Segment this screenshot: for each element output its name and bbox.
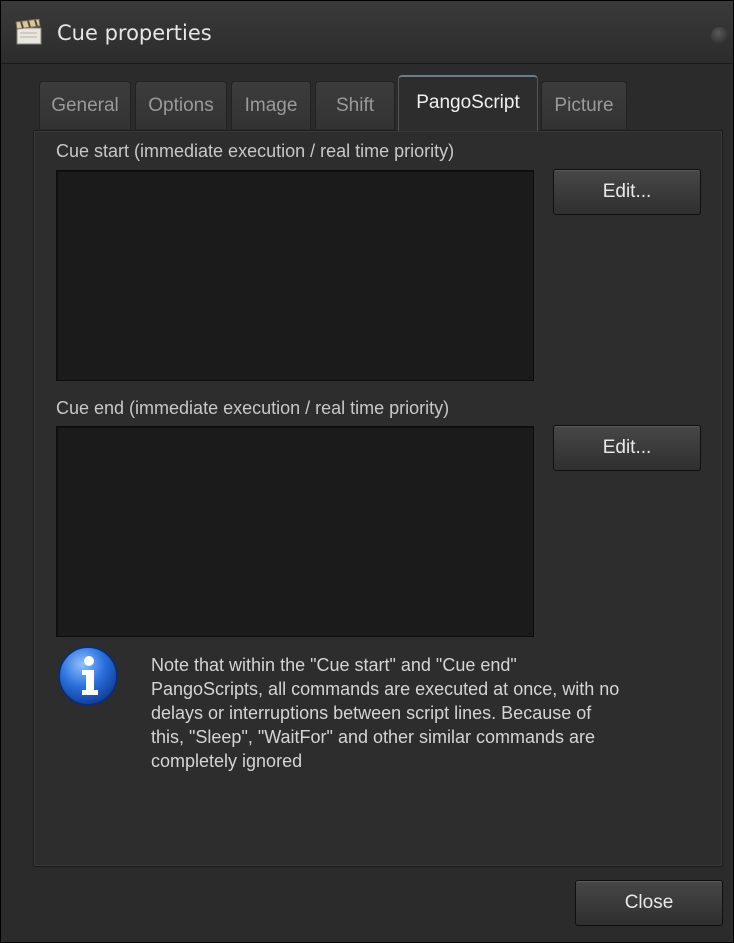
window-orb-button[interactable] [711,27,729,45]
title-bar[interactable]: Cue properties [1,1,733,64]
tab-pangoscript[interactable]: PangoScript [398,75,538,131]
tab-picture[interactable]: Picture [541,81,627,129]
cue-end-edit-button[interactable]: Edit... [553,425,701,471]
cue-start-label: Cue start (immediate execution / real ti… [56,141,455,161]
cue-end-script-box[interactable] [56,426,534,637]
info-icon [58,646,118,706]
cue-properties-dialog: Cue properties General Options Image Shi… [0,0,734,943]
tab-options[interactable]: Options [135,81,227,129]
note-line: delays or interruptions between script l… [151,703,592,723]
clapperboard-icon [15,19,42,45]
cue-end-label: Cue end (immediate execution / real time… [56,398,450,418]
note-text: Note that within the "Cue start" and "Cu… [151,653,721,773]
note-line: PangoScripts, all commands are executed … [151,679,620,699]
note-line: Note that within the "Cue start" and "Cu… [151,655,517,675]
close-button[interactable]: Close [575,880,723,926]
tab-shift[interactable]: Shift [315,81,395,129]
tab-general[interactable]: General [39,81,131,129]
cue-start-edit-button[interactable]: Edit... [553,169,701,215]
cue-start-script-box[interactable] [56,170,534,381]
note-line: this, "Sleep", "WaitFor" and other simil… [151,727,596,747]
note-line: completely ignored [151,751,303,771]
window-title: Cue properties [57,21,212,45]
tab-image[interactable]: Image [231,81,311,129]
